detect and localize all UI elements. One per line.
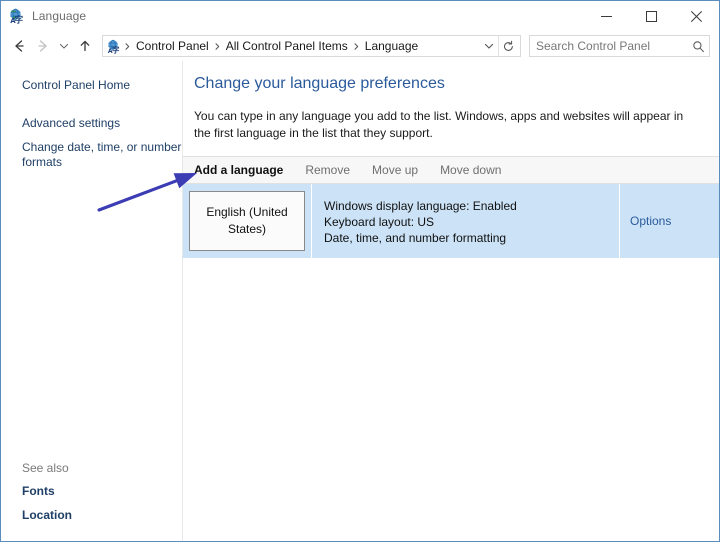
main-panel: Change your language preferences You can…: [183, 61, 719, 541]
language-details: Windows display language: Enabled Keyboa…: [312, 184, 620, 258]
sidebar: Control Panel Home Advanced settings Cha…: [1, 61, 183, 541]
see-also-section: See also Fonts Location: [22, 461, 172, 523]
command-toolbar: Add a language Remove Move up Move down: [183, 156, 719, 184]
display-language-status: Windows display language: Enabled: [324, 199, 517, 213]
window-controls: [584, 1, 719, 31]
close-button[interactable]: [674, 1, 719, 31]
refresh-icon[interactable]: [498, 36, 518, 56]
language-options-cell: Options: [620, 184, 719, 258]
search-icon[interactable]: [687, 40, 709, 53]
title-bar: A 字 Language: [1, 1, 719, 31]
chevron-down-icon[interactable]: [479, 36, 498, 56]
language-list-row[interactable]: English (United States) Windows display …: [183, 184, 719, 258]
recent-locations-button[interactable]: [55, 34, 73, 58]
breadcrumb-item-all-control-panel-items[interactable]: All Control Panel Items: [223, 39, 351, 53]
breadcrumb-bar[interactable]: A 字 Control Panel All Control Panel Item…: [102, 35, 521, 57]
sidebar-item-fonts[interactable]: Fonts: [22, 484, 172, 499]
up-button[interactable]: [73, 34, 97, 58]
language-globe-icon: A 字: [10, 8, 24, 24]
add-a-language-button[interactable]: Add a language: [194, 163, 283, 177]
sidebar-item-location[interactable]: Location: [22, 508, 172, 523]
breadcrumb-language-icon: A 字: [108, 39, 120, 54]
svg-text:字: 字: [15, 15, 24, 24]
formatting-status: Date, time, and number formatting: [324, 231, 507, 245]
maximize-button[interactable]: [629, 1, 674, 31]
address-bar: A 字 Control Panel All Control Panel Item…: [1, 31, 719, 61]
back-button[interactable]: [7, 34, 31, 58]
svg-text:字: 字: [112, 44, 120, 53]
search-box[interactable]: [529, 35, 710, 57]
language-name-tile[interactable]: English (United States): [189, 191, 305, 251]
breadcrumb-item-control-panel[interactable]: Control Panel: [133, 39, 212, 53]
breadcrumb-separator: [351, 42, 362, 51]
breadcrumb-item-language[interactable]: Language: [362, 39, 421, 53]
page-title: Change your language preferences: [194, 75, 445, 92]
minimize-button[interactable]: [584, 1, 629, 31]
page-description: You can type in any language you add to …: [194, 109, 684, 140]
search-input[interactable]: [530, 39, 687, 53]
content-area: Control Panel Home Advanced settings Cha…: [1, 61, 719, 541]
forward-button: [31, 34, 55, 58]
language-tile-cell: English (United States): [183, 184, 312, 258]
move-down-button: Move down: [440, 163, 502, 177]
see-also-heading: See also: [22, 461, 69, 475]
keyboard-layout-status: Keyboard layout: US: [324, 215, 435, 229]
remove-button: Remove: [305, 163, 351, 177]
move-up-button: Move up: [372, 163, 419, 177]
breadcrumb-separator: [122, 42, 133, 51]
window-title: Language: [32, 9, 87, 23]
language-control-panel-window: A 字 Language A 字 Control Panel All Contr…: [0, 0, 720, 542]
sidebar-item-advanced-settings[interactable]: Advanced settings: [22, 116, 183, 131]
sidebar-item-control-panel-home[interactable]: Control Panel Home: [22, 78, 183, 93]
sidebar-links: Advanced settings Change date, time, or …: [22, 116, 183, 170]
options-link[interactable]: Options: [630, 214, 671, 228]
breadcrumb-separator: [212, 42, 223, 51]
sidebar-item-change-formats[interactable]: Change date, time, or number formats: [22, 140, 183, 170]
